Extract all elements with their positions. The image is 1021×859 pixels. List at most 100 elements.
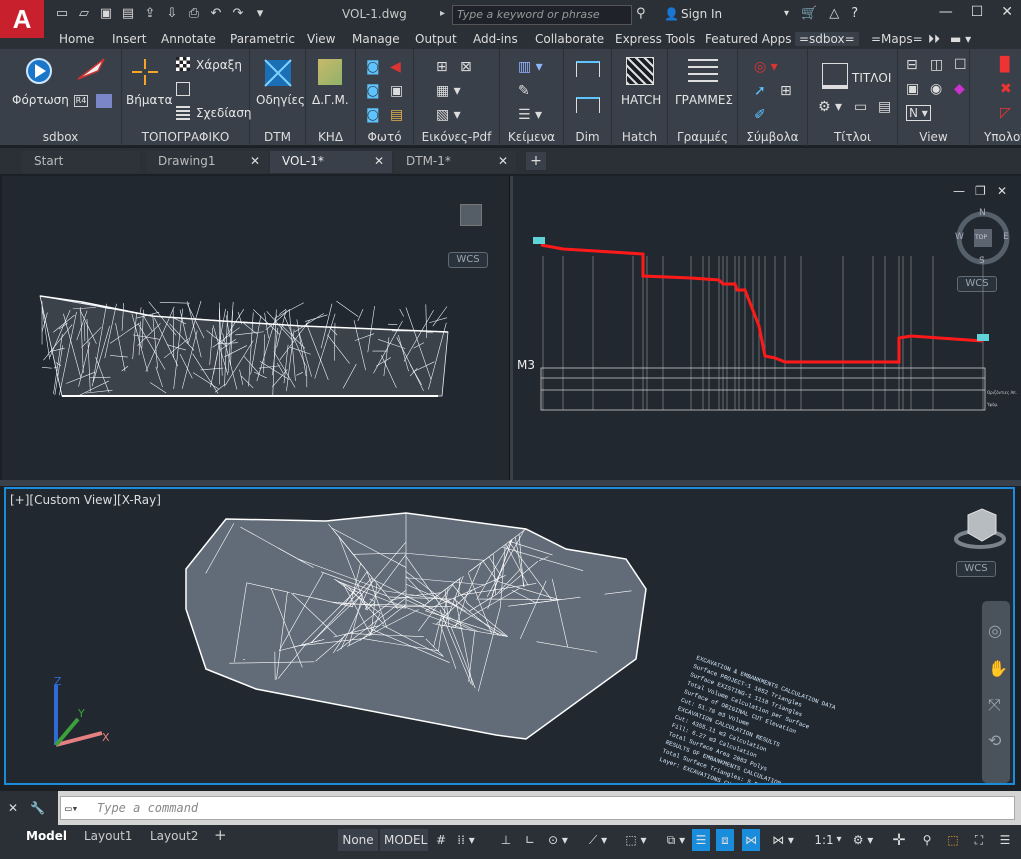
model-space-button[interactable]: MODEL	[380, 829, 428, 851]
play-icon[interactable]	[25, 57, 53, 85]
customize-wrench-icon[interactable]: 🔧	[30, 801, 45, 815]
view-photo-icon[interactable]: ▣	[906, 81, 919, 97]
close-command-icon[interactable]: ✕	[8, 801, 18, 815]
panel-title-grammes[interactable]: Γραμμές	[668, 130, 737, 144]
view-split-h-icon[interactable]: ⊟	[906, 57, 918, 73]
command-input[interactable]: ▭▾ Type a command	[60, 796, 1015, 820]
view-split-v-icon[interactable]: ◫	[930, 57, 943, 73]
close-icon[interactable]: ✕	[1001, 4, 1013, 20]
tab-addins[interactable]: Add-ins	[473, 32, 518, 46]
grammes-button[interactable]: ΓΡΑΜΜΕΣ	[675, 93, 733, 107]
view-color-icon[interactable]: ◆	[954, 81, 965, 97]
isolate-icon[interactable]: ⚲	[918, 829, 936, 851]
text-style-icon[interactable]: ▥ ▾	[518, 59, 543, 75]
splitter-horizontal[interactable]	[0, 480, 1021, 486]
binoculars-icon[interactable]: ⚲	[636, 6, 646, 21]
panel-title-dtm[interactable]: DTM	[250, 130, 305, 144]
steering-wheel-icon[interactable]: ◎	[988, 621, 1002, 640]
panel-title-keimena[interactable]: Κείμενα	[500, 130, 563, 144]
doc-tab-drawing1[interactable]: Drawing1 ✕	[146, 151, 268, 173]
triangle-icon[interactable]: △	[829, 6, 839, 21]
lineweight-icon[interactable]: ⧉ ▾	[664, 829, 688, 851]
camera-icon-2[interactable]: ◙	[366, 83, 380, 99]
new-layout-icon[interactable]: +	[214, 826, 227, 844]
more-tabs-icon[interactable]: ⏵⏵	[928, 32, 940, 47]
r4-icon[interactable]: R4	[74, 95, 88, 107]
tab-featured-apps[interactable]: Featured Apps	[705, 32, 791, 46]
open-folder-icon[interactable]: ▱	[76, 6, 92, 22]
panel-title-sdbox[interactable]: sdbox	[0, 130, 121, 144]
save-icon[interactable]: ▣	[98, 6, 114, 22]
scale-dropdown-icon[interactable]: ▾	[834, 829, 844, 851]
sign-in-dropdown-icon[interactable]: ▾	[784, 8, 789, 21]
panel-title-foto[interactable]: Φωτό	[356, 130, 413, 144]
splitter-vertical[interactable]	[510, 176, 513, 480]
checker-icon[interactable]	[176, 57, 190, 71]
tab-home[interactable]: Home	[59, 32, 94, 46]
charaxi-button[interactable]: Χάραξη	[196, 58, 242, 72]
panel-title-symvola[interactable]: Σύμβολα	[738, 130, 807, 144]
panel-title-hatch[interactable]: Hatch	[612, 130, 667, 144]
search-input[interactable]: Type a keyword or phrase	[452, 5, 632, 25]
text-edit-icon[interactable]: ✎	[518, 83, 530, 99]
hardware-accel-icon[interactable]: ⬚	[944, 829, 962, 851]
tab-annotate[interactable]: Annotate	[161, 32, 216, 46]
panel-title-dim[interactable]: Dim	[564, 130, 611, 144]
none-button[interactable]: None	[338, 829, 378, 851]
schediasi-button[interactable]: Σχεδίαση	[196, 106, 252, 120]
snap-icon[interactable]: ⁞⁞ ▾	[456, 829, 476, 851]
orbit-icon[interactable]: ⟲	[988, 731, 1001, 750]
layout-tab-layout2[interactable]: Layout2	[150, 829, 198, 843]
doc-tab-start[interactable]: Start	[22, 151, 140, 173]
symbol-target-icon[interactable]: ◎ ▾	[754, 59, 778, 75]
zoom-icon[interactable]: ⤧	[988, 695, 1001, 715]
title-block-icon[interactable]	[822, 63, 848, 89]
minimize-icon[interactable]: —	[939, 4, 953, 20]
bars-icon[interactable]	[176, 106, 190, 120]
dim-aligned-icon[interactable]	[576, 61, 600, 77]
hatch-button[interactable]: HATCH	[621, 93, 661, 107]
close-tab-icon[interactable]: ✕	[498, 154, 508, 168]
fullscreen-icon[interactable]: ⛶	[970, 829, 988, 851]
dropdown-icon[interactable]: ▾	[252, 6, 268, 22]
app-logo[interactable]: A	[0, 0, 44, 38]
save-as-icon[interactable]: ▤	[120, 6, 136, 22]
workspace-gear-icon[interactable]: ⚙ ▾	[848, 829, 878, 851]
panel-title-eikones-pdf[interactable]: Εικόνες-Pdf	[414, 130, 499, 144]
viewport-top-right[interactable]: — ❐ ✕ N S W E TOP WCS M3 Οριζόντιες Απ. …	[513, 176, 1021, 480]
annotation-visibility-icon[interactable]: ⋈ ▾	[768, 829, 798, 851]
crosshair-icon[interactable]	[130, 57, 160, 87]
image-layers-icon[interactable]: ▧ ▾	[436, 107, 461, 123]
symbol-arrow-icon[interactable]: ➚	[754, 83, 766, 99]
tab-express-tools[interactable]: Express Tools	[615, 32, 695, 46]
new-tab-icon[interactable]: +	[526, 152, 546, 170]
help-icon[interactable]: ?	[851, 6, 858, 21]
tab-output[interactable]: Output	[415, 32, 457, 46]
dtm-icon[interactable]	[264, 59, 292, 87]
load-button[interactable]: Φόρτωση	[12, 93, 69, 107]
ortho-icon[interactable]: ∟	[522, 829, 538, 851]
command-prompt-icon[interactable]: ▭▾	[65, 802, 78, 815]
image-grid-icon[interactable]: ⊞	[436, 59, 448, 75]
transparency-icon[interactable]: ☰	[692, 829, 710, 851]
symbol-grid-icon[interactable]: ⊞	[780, 83, 792, 99]
customize-menu-icon[interactable]: ☰	[996, 829, 1014, 851]
close-tab-icon[interactable]: ✕	[374, 154, 384, 168]
annotation-monitor-icon[interactable]: ⋈	[742, 829, 760, 851]
doc-tab-vol1[interactable]: VOL-1* ✕	[270, 151, 392, 173]
selection-cycling-icon[interactable]: ⧈	[716, 829, 734, 851]
calc-curve-icon[interactable]: ◸	[1000, 105, 1011, 121]
feather-icon[interactable]	[76, 57, 106, 81]
isodraft-icon[interactable]: ⟋ ▾	[586, 829, 610, 851]
text-list-icon[interactable]: ☰ ▾	[518, 107, 542, 123]
odigies-button[interactable]: Οδηγίες	[256, 93, 305, 107]
panel-title-kid[interactable]: ΚΗΔ	[306, 130, 355, 144]
add-plus-icon[interactable]: ✛	[890, 829, 908, 851]
gear-icon[interactable]: ⚙ ▾	[818, 99, 842, 115]
view-single-icon[interactable]: ☐	[954, 57, 967, 73]
dgm-icon[interactable]	[318, 59, 342, 85]
annotation-scale[interactable]: 1:1	[812, 829, 836, 851]
viewport-bottom[interactable]: [+][Custom View][X-Ray] EXCAVATION & EMB…	[4, 487, 1015, 785]
table-icon[interactable]	[176, 82, 190, 96]
tab-parametric[interactable]: Parametric	[230, 32, 295, 46]
